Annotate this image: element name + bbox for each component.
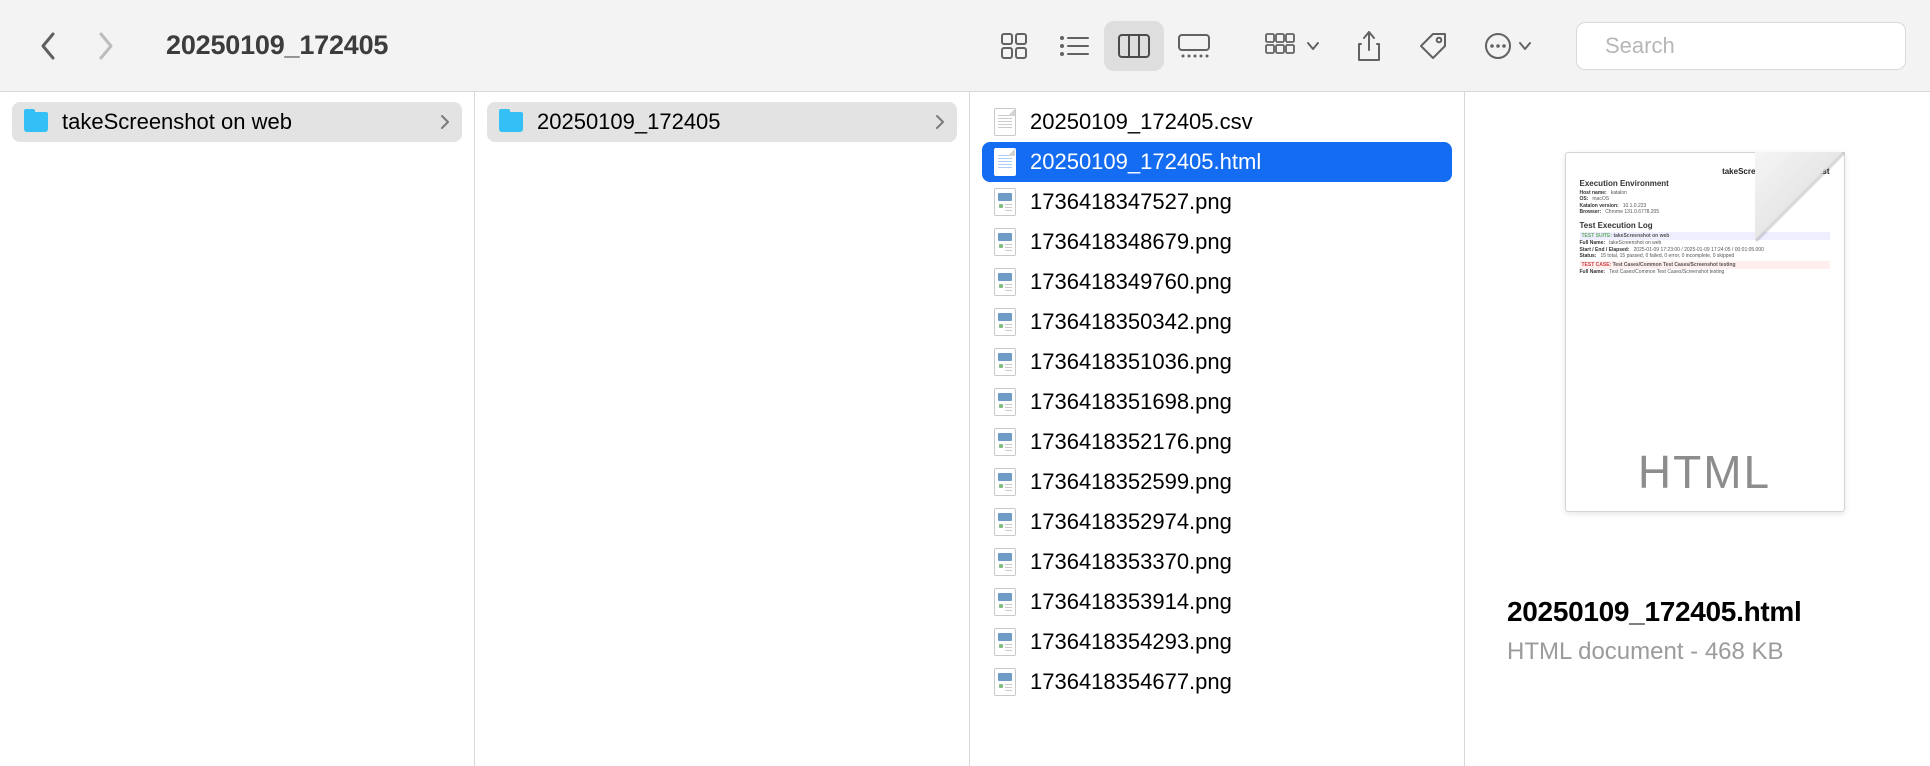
columns-icon bbox=[1117, 33, 1151, 59]
column-view: takeScreenshot on web 20250109_172405 20… bbox=[0, 92, 1930, 766]
file-row[interactable]: 1736418347527.png bbox=[982, 182, 1452, 222]
file-name-label: 1736418347527.png bbox=[1030, 189, 1440, 215]
image-file-icon bbox=[994, 508, 1016, 536]
file-row[interactable]: 20250109_172405.html bbox=[982, 142, 1452, 182]
image-file-icon bbox=[994, 548, 1016, 576]
file-row[interactable]: 1736418354677.png bbox=[982, 662, 1452, 702]
column-2: 20250109_172405 bbox=[475, 92, 970, 766]
file-name-label: 1736418352974.png bbox=[1030, 509, 1440, 535]
group-icon bbox=[1264, 32, 1300, 60]
file-name-label: 1736418353370.png bbox=[1030, 549, 1440, 575]
preview-doc-row: Full Name:Test Cases/Common Test Cases/S… bbox=[1580, 269, 1830, 275]
back-button[interactable] bbox=[30, 28, 66, 64]
file-row[interactable]: 20250109_172405 bbox=[487, 102, 957, 142]
file-name-label: 1736418350342.png bbox=[1030, 309, 1440, 335]
share-button[interactable] bbox=[1352, 21, 1386, 71]
preview-thumbnail[interactable]: takeScreenshot on web Test Execution Env… bbox=[1549, 152, 1861, 562]
preview-testcase-name: Test Cases/Common Test Cases/Screenshot … bbox=[1613, 262, 1736, 268]
folder-icon bbox=[499, 112, 523, 132]
file-name-label: 1736418348679.png bbox=[1030, 229, 1440, 255]
nav-arrows bbox=[30, 28, 124, 64]
file-name-label: 1736418351036.png bbox=[1030, 349, 1440, 375]
share-icon bbox=[1356, 30, 1382, 62]
file-name-label: 1736418349760.png bbox=[1030, 269, 1440, 295]
file-row[interactable]: 1736418348679.png bbox=[982, 222, 1452, 262]
toolbar: 20250109_172405 bbox=[0, 0, 1930, 92]
view-columns-button[interactable] bbox=[1104, 21, 1164, 71]
file-name-label: 20250109_172405 bbox=[537, 109, 921, 135]
file-name-label: 1736418354293.png bbox=[1030, 629, 1440, 655]
chevron-down-icon bbox=[1306, 41, 1320, 51]
preview-suite-label: TEST SUITE: bbox=[1582, 233, 1613, 239]
file-row[interactable]: takeScreenshot on web bbox=[12, 102, 462, 142]
toolbar-actions bbox=[1260, 21, 1536, 71]
file-name-label: 1736418352176.png bbox=[1030, 429, 1440, 455]
column-3: 20250109_172405.csv 20250109_172405.html 1… bbox=[970, 92, 1465, 766]
document-file-icon bbox=[994, 108, 1016, 136]
file-name-label: takeScreenshot on web bbox=[62, 109, 426, 135]
file-row[interactable]: 20250109_172405.csv bbox=[982, 102, 1452, 142]
preview-type-label: HTML bbox=[1566, 445, 1844, 499]
file-name-label: 1736418351698.png bbox=[1030, 389, 1440, 415]
file-row[interactable]: 1736418353914.png bbox=[982, 582, 1452, 622]
folder-icon bbox=[24, 112, 48, 132]
preview-filename: 20250109_172405.html bbox=[1507, 596, 1887, 628]
image-file-icon bbox=[994, 348, 1016, 376]
grid-icon bbox=[999, 31, 1029, 61]
image-file-icon bbox=[994, 668, 1016, 696]
file-name-label: 1736418352599.png bbox=[1030, 469, 1440, 495]
file-name-label: 1736418353914.png bbox=[1030, 589, 1440, 615]
list-icon bbox=[1058, 33, 1090, 59]
view-icons-button[interactable] bbox=[984, 21, 1044, 71]
preview-pane: takeScreenshot on web Test Execution Env… bbox=[1465, 92, 1930, 766]
image-file-icon bbox=[994, 468, 1016, 496]
file-name-label: 1736418354677.png bbox=[1030, 669, 1440, 695]
document-file-icon bbox=[994, 148, 1016, 176]
file-row[interactable]: 1736418353370.png bbox=[982, 542, 1452, 582]
tag-icon bbox=[1418, 31, 1448, 61]
search-input[interactable] bbox=[1605, 33, 1893, 59]
file-row[interactable]: 1736418354293.png bbox=[982, 622, 1452, 662]
file-row[interactable]: 1736418351036.png bbox=[982, 342, 1452, 382]
view-switcher bbox=[984, 21, 1224, 71]
chevron-right-icon bbox=[440, 114, 450, 130]
file-row[interactable]: 1736418349760.png bbox=[982, 262, 1452, 302]
image-file-icon bbox=[994, 388, 1016, 416]
file-name-label: 20250109_172405.html bbox=[1030, 149, 1440, 175]
group-button[interactable] bbox=[1260, 21, 1324, 71]
image-file-icon bbox=[994, 588, 1016, 616]
file-row[interactable]: 1736418352599.png bbox=[982, 462, 1452, 502]
gallery-icon bbox=[1177, 33, 1211, 59]
preview-meta: HTML document - 468 KB bbox=[1507, 638, 1902, 666]
image-file-icon bbox=[994, 308, 1016, 336]
file-row[interactable]: 1736418352974.png bbox=[982, 502, 1452, 542]
image-file-icon bbox=[994, 268, 1016, 296]
file-row[interactable]: 1736418352176.png bbox=[982, 422, 1452, 462]
file-row[interactable]: 1736418350342.png bbox=[982, 302, 1452, 342]
preview-doc-row: Status:15 total, 15 passed, 0 failed, 0 … bbox=[1580, 253, 1830, 259]
chevron-down-icon bbox=[1518, 41, 1532, 51]
image-file-icon bbox=[994, 428, 1016, 456]
file-row[interactable]: 1736418351698.png bbox=[982, 382, 1452, 422]
folder-title: 20250109_172405 bbox=[166, 30, 388, 61]
file-name-label: 20250109_172405.csv bbox=[1030, 109, 1440, 135]
search-box[interactable] bbox=[1576, 22, 1906, 70]
column-1: takeScreenshot on web bbox=[0, 92, 475, 766]
preview-testcase-label: TEST CASE: bbox=[1582, 262, 1612, 268]
view-list-button[interactable] bbox=[1044, 21, 1104, 71]
more-button[interactable] bbox=[1480, 21, 1536, 71]
tags-button[interactable] bbox=[1414, 21, 1452, 71]
chevron-right-icon bbox=[935, 114, 945, 130]
more-icon bbox=[1484, 32, 1512, 60]
image-file-icon bbox=[994, 228, 1016, 256]
image-file-icon bbox=[994, 628, 1016, 656]
view-gallery-button[interactable] bbox=[1164, 21, 1224, 71]
image-file-icon bbox=[994, 188, 1016, 216]
preview-suite-name: takeScreenshot on web bbox=[1613, 233, 1669, 239]
forward-button[interactable] bbox=[88, 28, 124, 64]
